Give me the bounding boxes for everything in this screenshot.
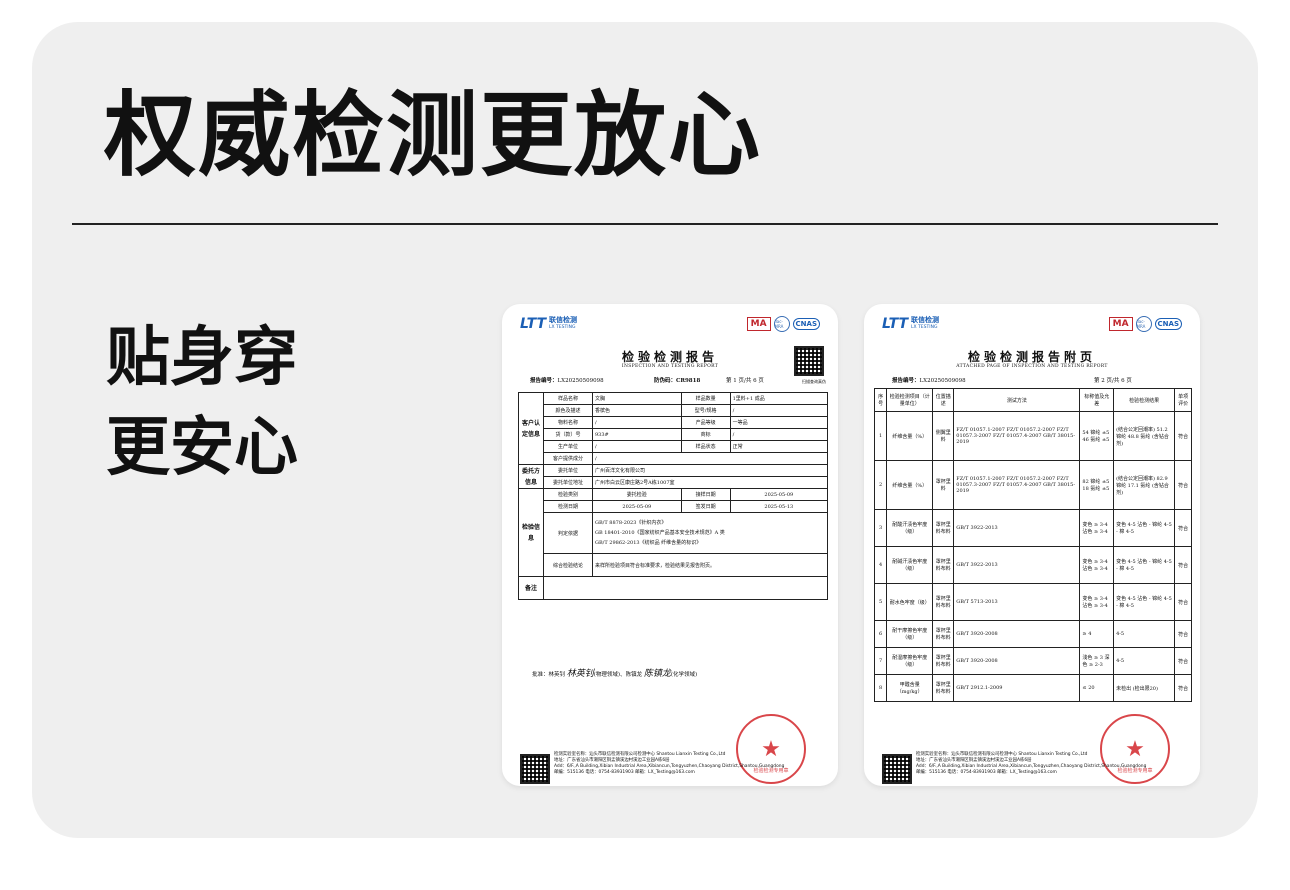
cert-marks: MA ilac-MRA CNAS xyxy=(1108,316,1182,332)
attached-subtitle: ATTACHED PAGE OF INSPECTION AND TESTING … xyxy=(956,364,1108,369)
ilac-mra-icon: ilac-MRA xyxy=(1135,316,1152,332)
report-subtitle: INSPECTION AND TESTING REPORT xyxy=(621,364,719,369)
attached-report-card[interactable]: LTT 联信检测 LX TESTING MA ilac-MRA CNAS 检验检… xyxy=(864,304,1200,786)
report-number: 报告编号：LX20250509098 xyxy=(530,378,604,384)
logo-name-en: LX TESTING xyxy=(549,325,576,330)
footer-qr-icon xyxy=(882,754,912,784)
qr-code-icon xyxy=(794,346,824,376)
approval-signatures: 批准：林英钊 林英钊(物理领域)、陈镇龙 陈镇龙(化学领域) xyxy=(532,669,698,679)
lx-testing-logo: LTT 联信检测 LX TESTING xyxy=(520,316,577,332)
page-number: 第 1 页/共 6 页 xyxy=(726,378,764,384)
ma-cert-icon: MA xyxy=(1108,317,1133,331)
footer-qr-icon xyxy=(520,754,550,784)
table-row: 4 耐碱汗渍色牢度（级） 罩杯里料布料 GB/T 3922-2013 变色 ≥ 3-4 … xyxy=(873,546,1192,584)
logo-mark: LTT xyxy=(882,316,909,332)
cert-marks: MA ilac-MRA CNAS xyxy=(746,316,820,332)
ma-cert-icon: MA xyxy=(746,317,771,331)
page-number: 第 2 页/共 6 页 xyxy=(1094,378,1132,384)
anti-fake-code: 防伪码：CR9818 xyxy=(654,378,701,384)
table-row: 1 纤维含量（%） 侧翼里料 FZ/T 01057.1-2007 FZ/T 01057… xyxy=(873,411,1192,461)
group-customer: 客户认定信息 xyxy=(518,392,544,465)
cnas-cert-icon: CNAS xyxy=(792,318,820,330)
attached-title: 检验检测报告附页 xyxy=(967,350,1096,364)
lx-testing-logo: LTT 联信检测 LX TESTING xyxy=(882,316,939,332)
page-title: 权威检测更放心 xyxy=(104,82,763,189)
logo-name-cn: 联信检测 xyxy=(549,316,578,324)
table-row: 2 纤维含量（%） 罩杯里料 FZ/T 01057.1-2007 FZ/T 01057… xyxy=(873,460,1192,510)
ilac-mra-icon: ilac-MRA xyxy=(773,316,790,332)
table-row: 3 耐酸汗渍色牢度（级） 罩杯里料布料 GB/T 3922-2013 变色 ≥ 3-4 … xyxy=(873,509,1192,547)
report-footer: 检测实验室名称：汕头市联信检测有限公司检测中心 Shantou Lianxin … xyxy=(916,752,1147,775)
report-title: 检验检测报告 xyxy=(621,350,718,364)
report-number: 报告编号：LX20250509098 xyxy=(892,378,966,384)
group-remark: 备注 xyxy=(518,576,544,600)
table-row: 5 耐水色牢度（级） 罩杯里料布料 GB/T 5713-2013 变色 ≥ 3-4 沾色… xyxy=(873,583,1192,621)
table-row: 7 耐湿摩擦色牢度（级） 罩杯里料布料 GB/T 3920-2008 浅色 ≥ 3 深色… xyxy=(873,647,1192,675)
group-inspect: 检验信息 xyxy=(518,488,544,577)
report-table: 客户认定信息 样品名称 文胸 样品数量 1里料+1 成品 颜色及描述 香槟色 型号/规格… xyxy=(518,392,829,600)
logo-mark: LTT xyxy=(520,316,547,332)
group-entrust: 委托方信息 xyxy=(518,464,544,489)
logo-name-cn: 联信检测 xyxy=(911,316,940,324)
table-row: 6 耐干摩擦色牢度（级） 罩杯里料布料 GB/T 3920-2008 ≥ 4 4-5 符合 xyxy=(873,620,1192,648)
report-card[interactable]: LTT 联信检测 LX TESTING MA ilac-MRA CNAS 检验检… xyxy=(502,304,838,786)
divider xyxy=(72,223,1218,225)
logo-name-en: LX TESTING xyxy=(911,325,938,330)
attached-table: 序号 检验检测项目（计量单位） 位置描述 测试方法 标称值及允差 检验检测结果 … xyxy=(873,388,1192,702)
subheadline-line-1: 贴身穿 xyxy=(106,321,298,395)
report-footer: 检测实验室名称：汕头市联信检测有限公司检测中心 Shantou Lianxin … xyxy=(554,752,785,775)
table-row: 8 甲醛含量（mg/kg） 罩杯里料布料 GB/T 2912.1-2009 ≤ 20 未检… xyxy=(873,674,1192,702)
qr-caption: 扫描查询真伪 xyxy=(802,379,826,384)
cnas-cert-icon: CNAS xyxy=(1154,318,1182,330)
subheadline-line-2: 更安心 xyxy=(106,411,298,485)
